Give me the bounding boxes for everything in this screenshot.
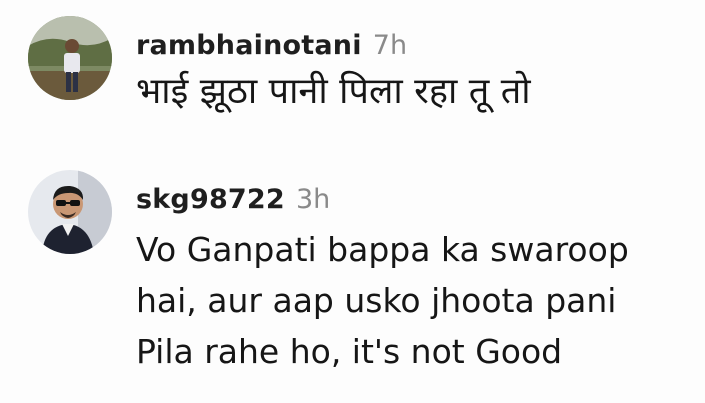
avatar[interactable]: [28, 16, 112, 100]
comment-text: Vo Ganpati bappa ka swaroop hai, aur aap…: [136, 230, 629, 371]
comment-content: skg98722 3h Vo Ganpati bappa ka swaroop …: [136, 180, 695, 377]
avatar[interactable]: [28, 170, 112, 254]
username[interactable]: rambhainotani: [136, 30, 362, 61]
comment-meta: rambhainotani 7h: [136, 26, 695, 66]
comment-text: भाई झूठा पानी पिला रहा तू तो: [136, 71, 531, 112]
avatar-person-sunglasses-icon: [28, 170, 112, 254]
comment-content: rambhainotani 7h भाई झूठा पानी पिला रहा …: [136, 26, 695, 117]
avatar-person-outdoor-icon: [28, 16, 112, 100]
comment-meta: skg98722 3h: [136, 180, 695, 220]
timestamp[interactable]: 3h: [296, 184, 330, 215]
username[interactable]: skg98722: [136, 184, 285, 215]
timestamp[interactable]: 7h: [373, 30, 407, 61]
